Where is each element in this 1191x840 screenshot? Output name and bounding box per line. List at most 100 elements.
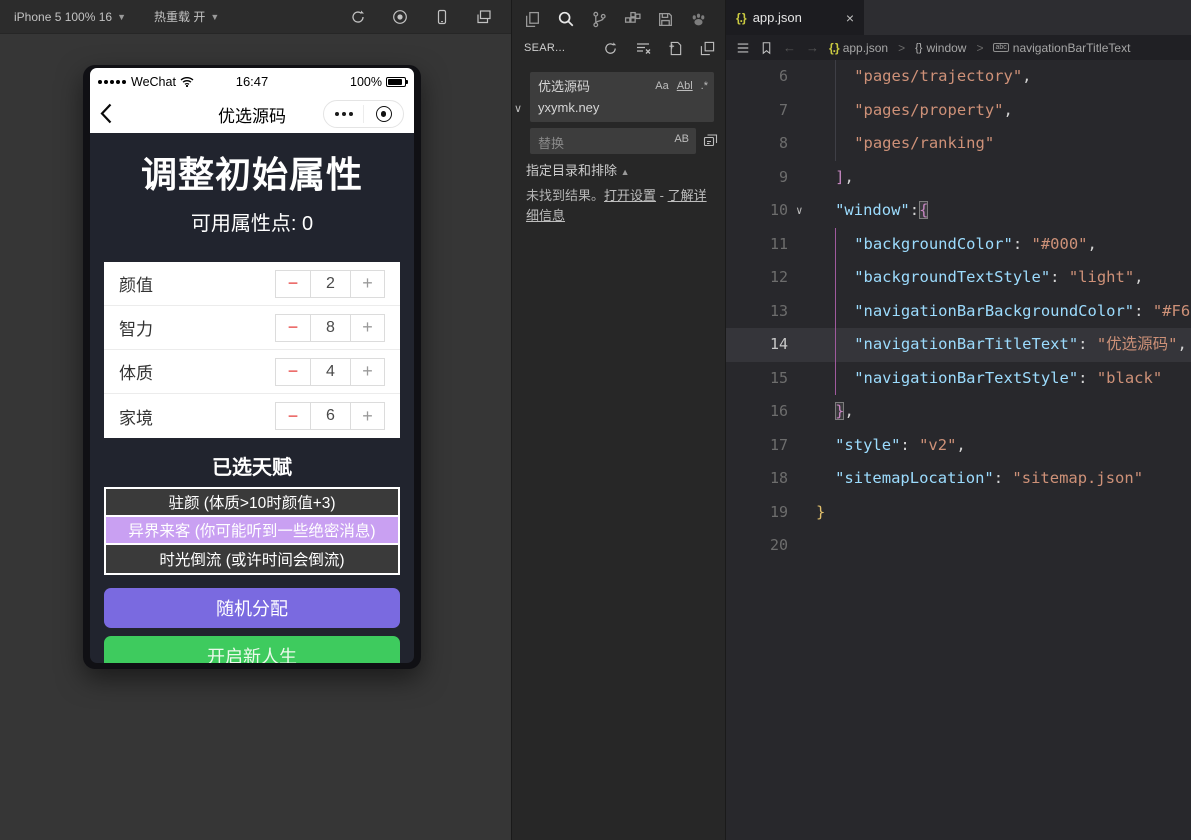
breadcrumb-window[interactable]: {} window — [915, 41, 966, 55]
attribute-value: 8 — [310, 315, 350, 341]
code-editor[interactable]: 6"pages/trajectory",7 "pages/property",8"… — [726, 60, 1191, 614]
code-text: "pages/property", — [854, 94, 1013, 128]
refresh-icon[interactable] — [349, 8, 367, 26]
code-line[interactable]: 12"backgroundTextStyle": "light", — [726, 261, 1191, 295]
match-case-toggle[interactable]: Aa — [655, 76, 668, 97]
search-details-toggle[interactable]: 指定目录和排除 ▲ — [526, 160, 630, 179]
code-line[interactable]: 6"pages/trajectory", — [726, 60, 1191, 94]
device-selector-label: iPhone 5 100% 16 — [14, 10, 112, 24]
no-results-text: 未找到结果。 — [526, 188, 604, 203]
code-line[interactable]: 15"navigationBarTextStyle": "black" — [726, 362, 1191, 396]
breadcrumb-file[interactable]: {.} app.json — [829, 41, 888, 55]
preserve-case-toggle[interactable]: AB — [674, 133, 689, 145]
code-line[interactable]: 13"navigationBarBackgroundColor": "#F6F — [726, 295, 1191, 329]
talent-item[interactable]: 驻颜 (体质>10时颜值+3) — [106, 489, 398, 517]
phone-mockup: WeChat 16:47 100% 优选源码 — [83, 65, 421, 669]
clear-results-icon[interactable] — [635, 40, 651, 56]
phone-icon[interactable] — [433, 8, 451, 26]
code-text: "backgroundTextStyle": "light", — [854, 261, 1143, 295]
code-line[interactable]: 19} — [726, 496, 1191, 530]
extensions-icon[interactable] — [624, 11, 641, 28]
code-text: "navigationBarTitleText": "优选源码", — [854, 328, 1187, 362]
more-dots-icon[interactable] — [324, 112, 363, 116]
talent-item[interactable]: 时光倒流 (或许时间会倒流) — [106, 545, 398, 573]
search-panel-title: SEAR... — [524, 42, 586, 54]
code-text: "pages/ranking" — [854, 127, 994, 161]
plus-button[interactable]: + — [350, 359, 384, 385]
hot-reload-label: 热重载 开 — [154, 8, 205, 25]
code-text: } — [816, 496, 825, 530]
clock-label: 16:47 — [90, 74, 414, 89]
code-line[interactable]: 10∨"window":{ — [726, 194, 1191, 228]
search-panel-header: SEAR... — [512, 36, 725, 62]
search-sidebar: SEAR... ∨ 优选源码 yxymk.ney Aa Abl .* 替换 AB… — [511, 0, 725, 840]
phone-nav-bar: 优选源码 — [90, 95, 414, 133]
chevron-down-icon: ▼ — [210, 12, 219, 22]
close-target-icon[interactable] — [364, 106, 403, 122]
close-icon[interactable]: × — [846, 10, 854, 26]
stepper: −6+ — [275, 402, 385, 430]
collapse-icon[interactable] — [700, 41, 715, 56]
code-line[interactable]: 20 — [726, 529, 1191, 563]
files-icon[interactable] — [524, 11, 541, 28]
attribute-value: 6 — [310, 403, 350, 429]
nav-forward-arrow-icon[interactable]: → — [806, 40, 819, 55]
device-selector[interactable]: iPhone 5 100% 16 ▼ — [0, 0, 140, 34]
json-file-icon: {.} — [829, 41, 839, 55]
replace-input[interactable]: 替换 AB — [530, 128, 696, 154]
minus-button[interactable]: − — [276, 315, 310, 341]
refresh-icon[interactable] — [603, 41, 618, 56]
bookmark-icon[interactable] — [760, 41, 773, 55]
code-line[interactable]: 11"backgroundColor": "#000", — [726, 228, 1191, 262]
line-number: 11 — [726, 228, 788, 262]
code-line[interactable]: 8"pages/ranking" — [726, 127, 1191, 161]
paw-icon[interactable] — [690, 11, 707, 28]
replace-placeholder: 替换 — [538, 136, 564, 151]
code-line[interactable]: 9], — [726, 161, 1191, 195]
code-text: "pages/trajectory", — [854, 60, 1031, 94]
start-life-button[interactable]: 开启新人生 — [104, 636, 400, 663]
indent-guide — [835, 127, 836, 161]
indent-guide — [835, 362, 836, 396]
git-branch-icon[interactable] — [591, 11, 608, 28]
minus-button[interactable]: − — [276, 271, 310, 297]
breadcrumb-property[interactable]: abc navigationBarTitleText — [993, 41, 1130, 55]
regex-toggle[interactable]: .* — [701, 76, 708, 97]
indent-guide — [835, 60, 836, 94]
attribute-value: 2 — [310, 271, 350, 297]
open-settings-link[interactable]: 打开设置 — [604, 188, 656, 203]
windows-icon[interactable] — [475, 8, 493, 26]
record-icon[interactable] — [391, 8, 409, 26]
attribute-row: 体质−4+ — [104, 350, 400, 394]
save-icon[interactable] — [657, 11, 674, 28]
indent-guide — [835, 261, 836, 295]
minus-button[interactable]: − — [276, 403, 310, 429]
code-line[interactable]: 17"style": "v2", — [726, 429, 1191, 463]
line-number: 7 — [726, 94, 788, 128]
capsule-menu — [323, 100, 404, 128]
toggle-replace-chevron-icon[interactable]: ∨ — [514, 102, 522, 115]
plus-button[interactable]: + — [350, 403, 384, 429]
line-number: 14 — [726, 328, 788, 362]
code-line[interactable]: 14 "navigationBarTitleText": "优选源码", — [726, 328, 1191, 362]
outline-list-icon[interactable] — [736, 41, 750, 55]
search-icon[interactable] — [557, 10, 575, 28]
replace-all-icon[interactable] — [702, 132, 718, 148]
talent-item[interactable]: 异界来客 (你可能听到一些绝密消息) — [106, 517, 398, 545]
fold-chevron-icon[interactable]: ∨ — [796, 194, 803, 228]
new-search-editor-icon[interactable] — [668, 41, 683, 56]
nav-back-arrow-icon[interactable]: ← — [783, 40, 796, 55]
hot-reload-selector[interactable]: 热重载 开 ▼ — [140, 0, 233, 34]
plus-button[interactable]: + — [350, 315, 384, 341]
code-line[interactable]: 16}, — [726, 395, 1191, 429]
tab-app-json[interactable]: {.} app.json × — [726, 0, 864, 35]
code-text: "window":{ — [835, 194, 928, 228]
plus-button[interactable]: + — [350, 271, 384, 297]
minus-button[interactable]: − — [276, 359, 310, 385]
random-assign-button[interactable]: 随机分配 — [104, 588, 400, 628]
search-input[interactable]: 优选源码 yxymk.ney Aa Abl .* — [530, 72, 714, 122]
code-line[interactable]: 18"sitemapLocation": "sitemap.json" — [726, 462, 1191, 496]
code-line[interactable]: 7 "pages/property", — [726, 94, 1191, 128]
back-chevron-icon[interactable] — [100, 103, 112, 124]
whole-word-toggle[interactable]: Abl — [677, 76, 693, 97]
